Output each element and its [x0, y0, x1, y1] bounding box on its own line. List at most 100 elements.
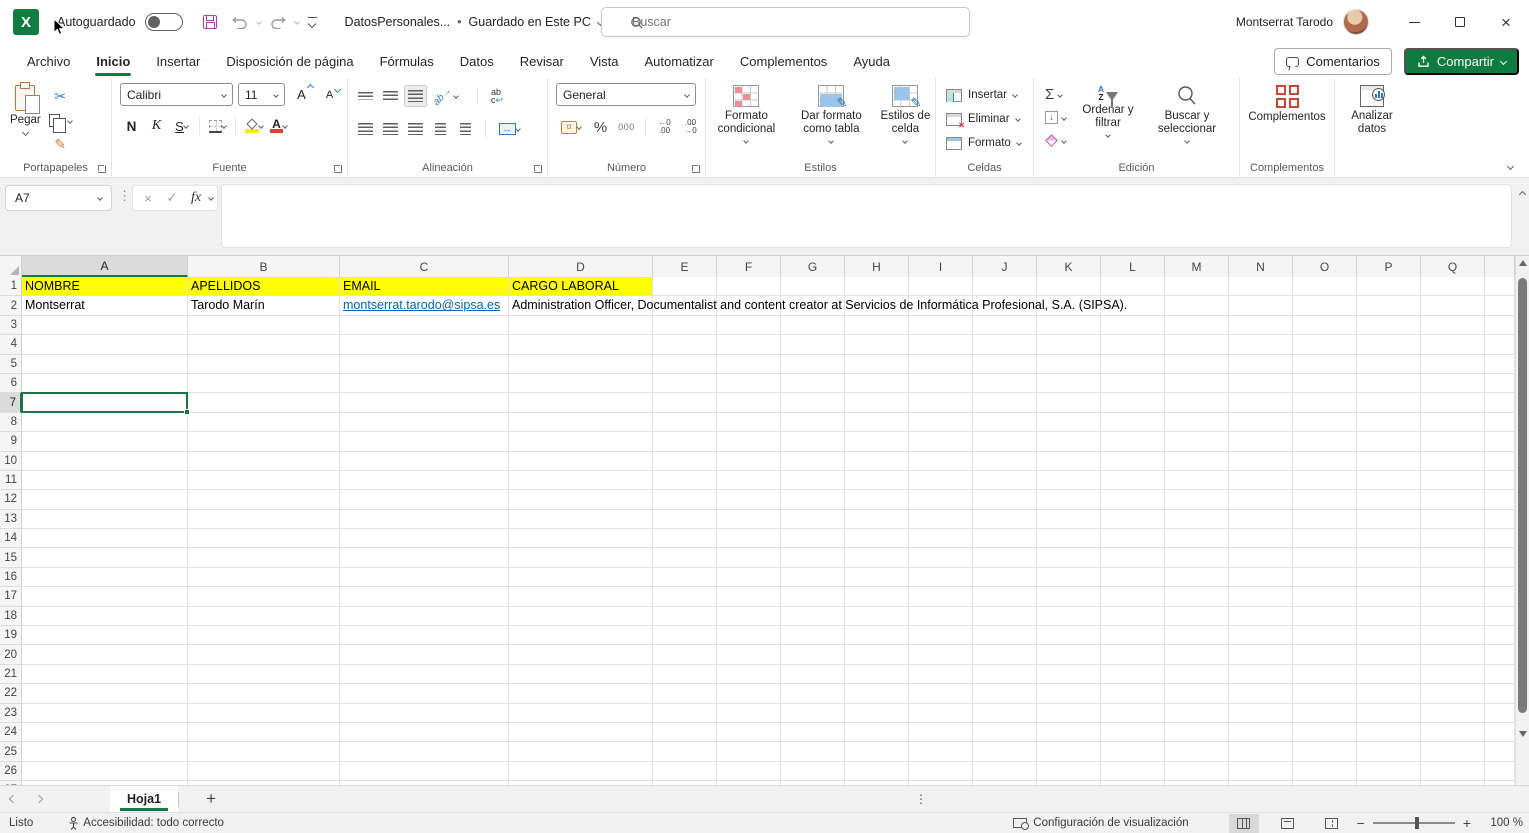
cell-A17[interactable] — [22, 587, 188, 606]
cell-partial-12[interactable] — [1485, 490, 1515, 509]
cell-C25[interactable] — [340, 742, 509, 761]
cell-P6[interactable] — [1357, 374, 1421, 393]
row-header-9[interactable]: 9 — [0, 432, 22, 451]
cell-M16[interactable] — [1165, 568, 1229, 587]
find-select-button[interactable]: Buscar y seleccionar — [1147, 83, 1227, 155]
cell-D14[interactable] — [509, 529, 653, 548]
maximize-button[interactable] — [1437, 0, 1483, 44]
cell-A1[interactable]: NOMBRE — [22, 277, 188, 296]
zoom-level[interactable]: 100 % — [1481, 817, 1523, 829]
cell-K12[interactable] — [1037, 490, 1101, 509]
cell-C22[interactable] — [340, 684, 509, 703]
cell-partial-7[interactable] — [1485, 393, 1515, 412]
cell-Q13[interactable] — [1421, 510, 1485, 529]
italic-button[interactable]: K — [145, 115, 168, 137]
cell-H13[interactable] — [845, 510, 909, 529]
cell-J25[interactable] — [973, 742, 1037, 761]
cell-D17[interactable] — [509, 587, 653, 606]
cell-K5[interactable] — [1037, 355, 1101, 374]
cell-M4[interactable] — [1165, 335, 1229, 354]
cell-O15[interactable] — [1293, 548, 1357, 567]
cell-I15[interactable] — [909, 548, 973, 567]
cell-partial-4[interactable] — [1485, 335, 1515, 354]
analyze-data-button[interactable]: Analizar datos — [1340, 83, 1404, 155]
cell-E1[interactable] — [653, 277, 717, 296]
cell-partial-13[interactable] — [1485, 510, 1515, 529]
cell-K1[interactable] — [1037, 277, 1101, 296]
row-header-6[interactable]: 6 — [0, 374, 22, 393]
cell-N11[interactable] — [1229, 471, 1293, 490]
cell-Q14[interactable] — [1421, 529, 1485, 548]
borders-button[interactable] — [206, 115, 229, 137]
cell-O1[interactable] — [1293, 277, 1357, 296]
cell-C9[interactable] — [340, 432, 509, 451]
increase-font-button[interactable]: A — [290, 84, 313, 106]
cell-J7[interactable] — [973, 393, 1037, 412]
cell-P22[interactable] — [1357, 684, 1421, 703]
cell-H17[interactable] — [845, 587, 909, 606]
cell-I18[interactable] — [909, 607, 973, 626]
cell-B21[interactable] — [188, 665, 340, 684]
cell-G25[interactable] — [781, 742, 845, 761]
zoom-slider[interactable] — [1373, 822, 1455, 824]
cell-O14[interactable] — [1293, 529, 1357, 548]
cell-A23[interactable] — [22, 704, 188, 723]
cell-B13[interactable] — [188, 510, 340, 529]
orientation-button[interactable]: ab→ — [429, 85, 461, 107]
cell-P26[interactable] — [1357, 762, 1421, 781]
cell-C1[interactable]: EMAIL — [340, 277, 509, 296]
number-format-select[interactable]: General — [556, 83, 696, 106]
cell-N4[interactable] — [1229, 335, 1293, 354]
display-settings-button[interactable]: Configuración de visualización — [1013, 817, 1188, 829]
cell-O5[interactable] — [1293, 355, 1357, 374]
cell-D12[interactable] — [509, 490, 653, 509]
vertical-scroll-thumb[interactable] — [1518, 278, 1527, 713]
cell-I22[interactable] — [909, 684, 973, 703]
zoom-out-button[interactable]: − — [1357, 815, 1365, 831]
cell-Q6[interactable] — [1421, 374, 1485, 393]
cell-I23[interactable] — [909, 704, 973, 723]
cell-L26[interactable] — [1101, 762, 1165, 781]
cell-C13[interactable] — [340, 510, 509, 529]
cell-partial-10[interactable] — [1485, 452, 1515, 471]
cell-E5[interactable] — [653, 355, 717, 374]
tab-complementos[interactable]: Complementos — [727, 44, 840, 78]
cell-D16[interactable] — [509, 568, 653, 587]
percent-style-button[interactable]: % — [589, 116, 612, 138]
cell-J15[interactable] — [973, 548, 1037, 567]
cell-Q3[interactable] — [1421, 316, 1485, 335]
share-button[interactable]: Compartir — [1404, 48, 1519, 75]
cell-C21[interactable] — [340, 665, 509, 684]
cell-A9[interactable] — [22, 432, 188, 451]
increase-indent-button[interactable] — [454, 118, 477, 140]
cell-F13[interactable] — [717, 510, 781, 529]
cell-K16[interactable] — [1037, 568, 1101, 587]
row-header-12[interactable]: 12 — [0, 490, 22, 509]
alignment-dialog-launcher-icon[interactable] — [534, 165, 542, 173]
cell-A19[interactable] — [22, 626, 188, 645]
cell-J3[interactable] — [973, 316, 1037, 335]
cell-F6[interactable] — [717, 374, 781, 393]
cell-A26[interactable] — [22, 762, 188, 781]
cell-O2[interactable] — [1293, 296, 1357, 315]
cell-B20[interactable] — [188, 645, 340, 664]
align-left-button[interactable] — [354, 118, 377, 140]
cell-B8[interactable] — [188, 413, 340, 432]
formula-input[interactable] — [221, 184, 1512, 248]
cell-I19[interactable] — [909, 626, 973, 645]
cell-E11[interactable] — [653, 471, 717, 490]
cell-E8[interactable] — [653, 413, 717, 432]
tab-inicio[interactable]: Inicio — [83, 44, 143, 78]
column-header-J[interactable]: J — [973, 256, 1037, 277]
cell-D5[interactable] — [509, 355, 653, 374]
insert-function-button[interactable]: fx — [185, 187, 207, 209]
align-middle-button[interactable] — [379, 85, 402, 107]
cell-partial-22[interactable] — [1485, 684, 1515, 703]
cell-B5[interactable] — [188, 355, 340, 374]
cell-G17[interactable] — [781, 587, 845, 606]
cell-C24[interactable] — [340, 723, 509, 742]
cell-D8[interactable] — [509, 413, 653, 432]
tab-disposici-n-de-p-gina[interactable]: Disposición de página — [213, 44, 366, 78]
clipboard-dialog-launcher-icon[interactable] — [98, 165, 106, 173]
zoom-slider-thumb[interactable] — [1415, 817, 1419, 829]
